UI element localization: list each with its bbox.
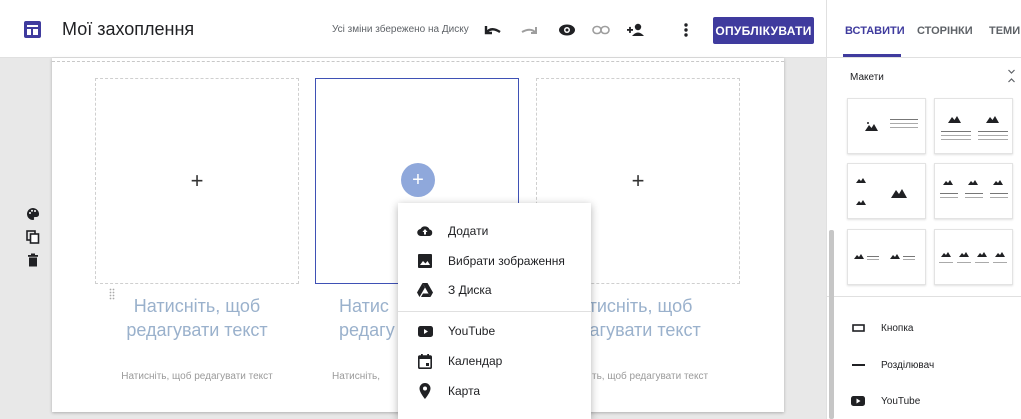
drag-handle-icon[interactable] xyxy=(109,288,115,300)
menu-item-from-drive[interactable]: З Диска xyxy=(398,276,591,304)
youtube-icon xyxy=(851,395,865,407)
layouts-heading[interactable]: Макети xyxy=(850,72,884,83)
plus-icon[interactable]: + xyxy=(191,170,204,192)
link-icon[interactable] xyxy=(592,22,610,38)
menu-divider xyxy=(398,311,591,312)
drive-icon xyxy=(417,282,433,298)
top-bar: Мої захоплення Усі зміни збережено на Ди… xyxy=(0,0,826,58)
layout-tile-four-images[interactable] xyxy=(934,229,1013,285)
card-subtitle[interactable]: ть, щоб редагувати текст xyxy=(592,371,752,382)
menu-item-youtube[interactable]: YouTube xyxy=(398,317,591,345)
redo-icon[interactable] xyxy=(520,22,538,38)
layout-tile-image-text-pairs[interactable] xyxy=(847,229,926,285)
tab-insert[interactable]: ВСТАВИТИ xyxy=(845,25,905,37)
menu-item-label: Карта xyxy=(448,384,481,398)
preview-icon[interactable] xyxy=(558,22,576,38)
layout-tile-two-images[interactable] xyxy=(934,98,1013,154)
save-status: Усі зміни збережено на Диску xyxy=(332,24,469,35)
publish-button[interactable]: ОПУБЛІКУВАТИ xyxy=(713,17,814,44)
menu-item-label: Додати xyxy=(448,224,489,238)
insert-youtube-item[interactable]: YouTube xyxy=(851,393,920,409)
undo-icon[interactable] xyxy=(484,22,502,38)
map-pin-icon xyxy=(417,383,433,399)
card-title[interactable]: атисніть, щоб дагувати текст xyxy=(579,294,729,342)
duplicate-icon[interactable] xyxy=(26,230,40,244)
add-person-icon[interactable] xyxy=(626,22,644,38)
delete-icon[interactable] xyxy=(26,253,40,267)
tab-pages[interactable]: СТОРІНКИ xyxy=(917,25,973,37)
content-item-label: Кнопка xyxy=(881,322,914,334)
insert-menu: Додати Вибрати зображення З Диска YouTub… xyxy=(398,203,591,419)
panel-tabs: ВСТАВИТИ СТОРІНКИ ТЕМИ xyxy=(827,0,1021,58)
insert-divider-item[interactable]: Розділювач xyxy=(851,357,934,373)
button-icon xyxy=(851,322,865,334)
tab-themes[interactable]: ТЕМИ xyxy=(989,25,1020,37)
site-title[interactable]: Мої захоплення xyxy=(62,19,194,40)
insert-button-item[interactable]: Кнопка xyxy=(851,320,913,336)
menu-item-select-image[interactable]: Вибрати зображення xyxy=(398,247,591,275)
card-subtitle[interactable]: Натисніть, щоб редагувати текст xyxy=(92,371,302,382)
right-panel: ВСТАВИТИ СТОРІНКИ ТЕМИ Макети Кнопка Роз… xyxy=(826,0,1021,419)
menu-item-map[interactable]: Карта xyxy=(398,377,591,405)
menu-item-upload[interactable]: Додати xyxy=(398,217,591,245)
palette-icon[interactable] xyxy=(26,207,40,221)
active-tab-indicator xyxy=(843,54,901,57)
menu-item-label: Вибрати зображення xyxy=(448,254,565,268)
divider-icon xyxy=(851,359,865,371)
menu-item-label: YouTube xyxy=(448,324,496,338)
calendar-icon xyxy=(417,353,433,369)
card-title[interactable]: Натис редагу xyxy=(339,294,399,342)
layout-tile-image-grid[interactable] xyxy=(847,163,926,219)
layout-tile-text-image[interactable] xyxy=(847,98,926,154)
plus-icon[interactable]: + xyxy=(632,170,645,192)
panel-divider xyxy=(827,296,1021,297)
section-tools xyxy=(26,207,40,276)
youtube-icon xyxy=(417,323,433,339)
content-item-label: Розділювач xyxy=(881,359,935,371)
collapse-icon[interactable] xyxy=(1007,69,1016,83)
more-vert-icon[interactable] xyxy=(677,22,695,38)
card-subtitle[interactable]: Натисніть, xyxy=(332,371,402,382)
menu-item-label: З Диска xyxy=(448,283,492,297)
sites-app-icon[interactable] xyxy=(24,21,41,38)
menu-item-calendar[interactable]: Календар xyxy=(398,347,591,375)
image-placeholder[interactable]: + xyxy=(95,78,299,284)
canvas-scrollbar[interactable] xyxy=(829,230,834,419)
card-title[interactable]: Натисніть, щоб редагувати текст xyxy=(95,294,299,342)
cloud-upload-icon xyxy=(417,223,433,239)
insert-fab-button[interactable]: + xyxy=(401,163,435,197)
section-divider xyxy=(52,61,784,62)
image-icon xyxy=(417,253,433,269)
layout-tile-three-images[interactable] xyxy=(934,163,1013,219)
menu-item-label: Календар xyxy=(448,354,503,368)
content-item-label: YouTube xyxy=(881,395,921,407)
